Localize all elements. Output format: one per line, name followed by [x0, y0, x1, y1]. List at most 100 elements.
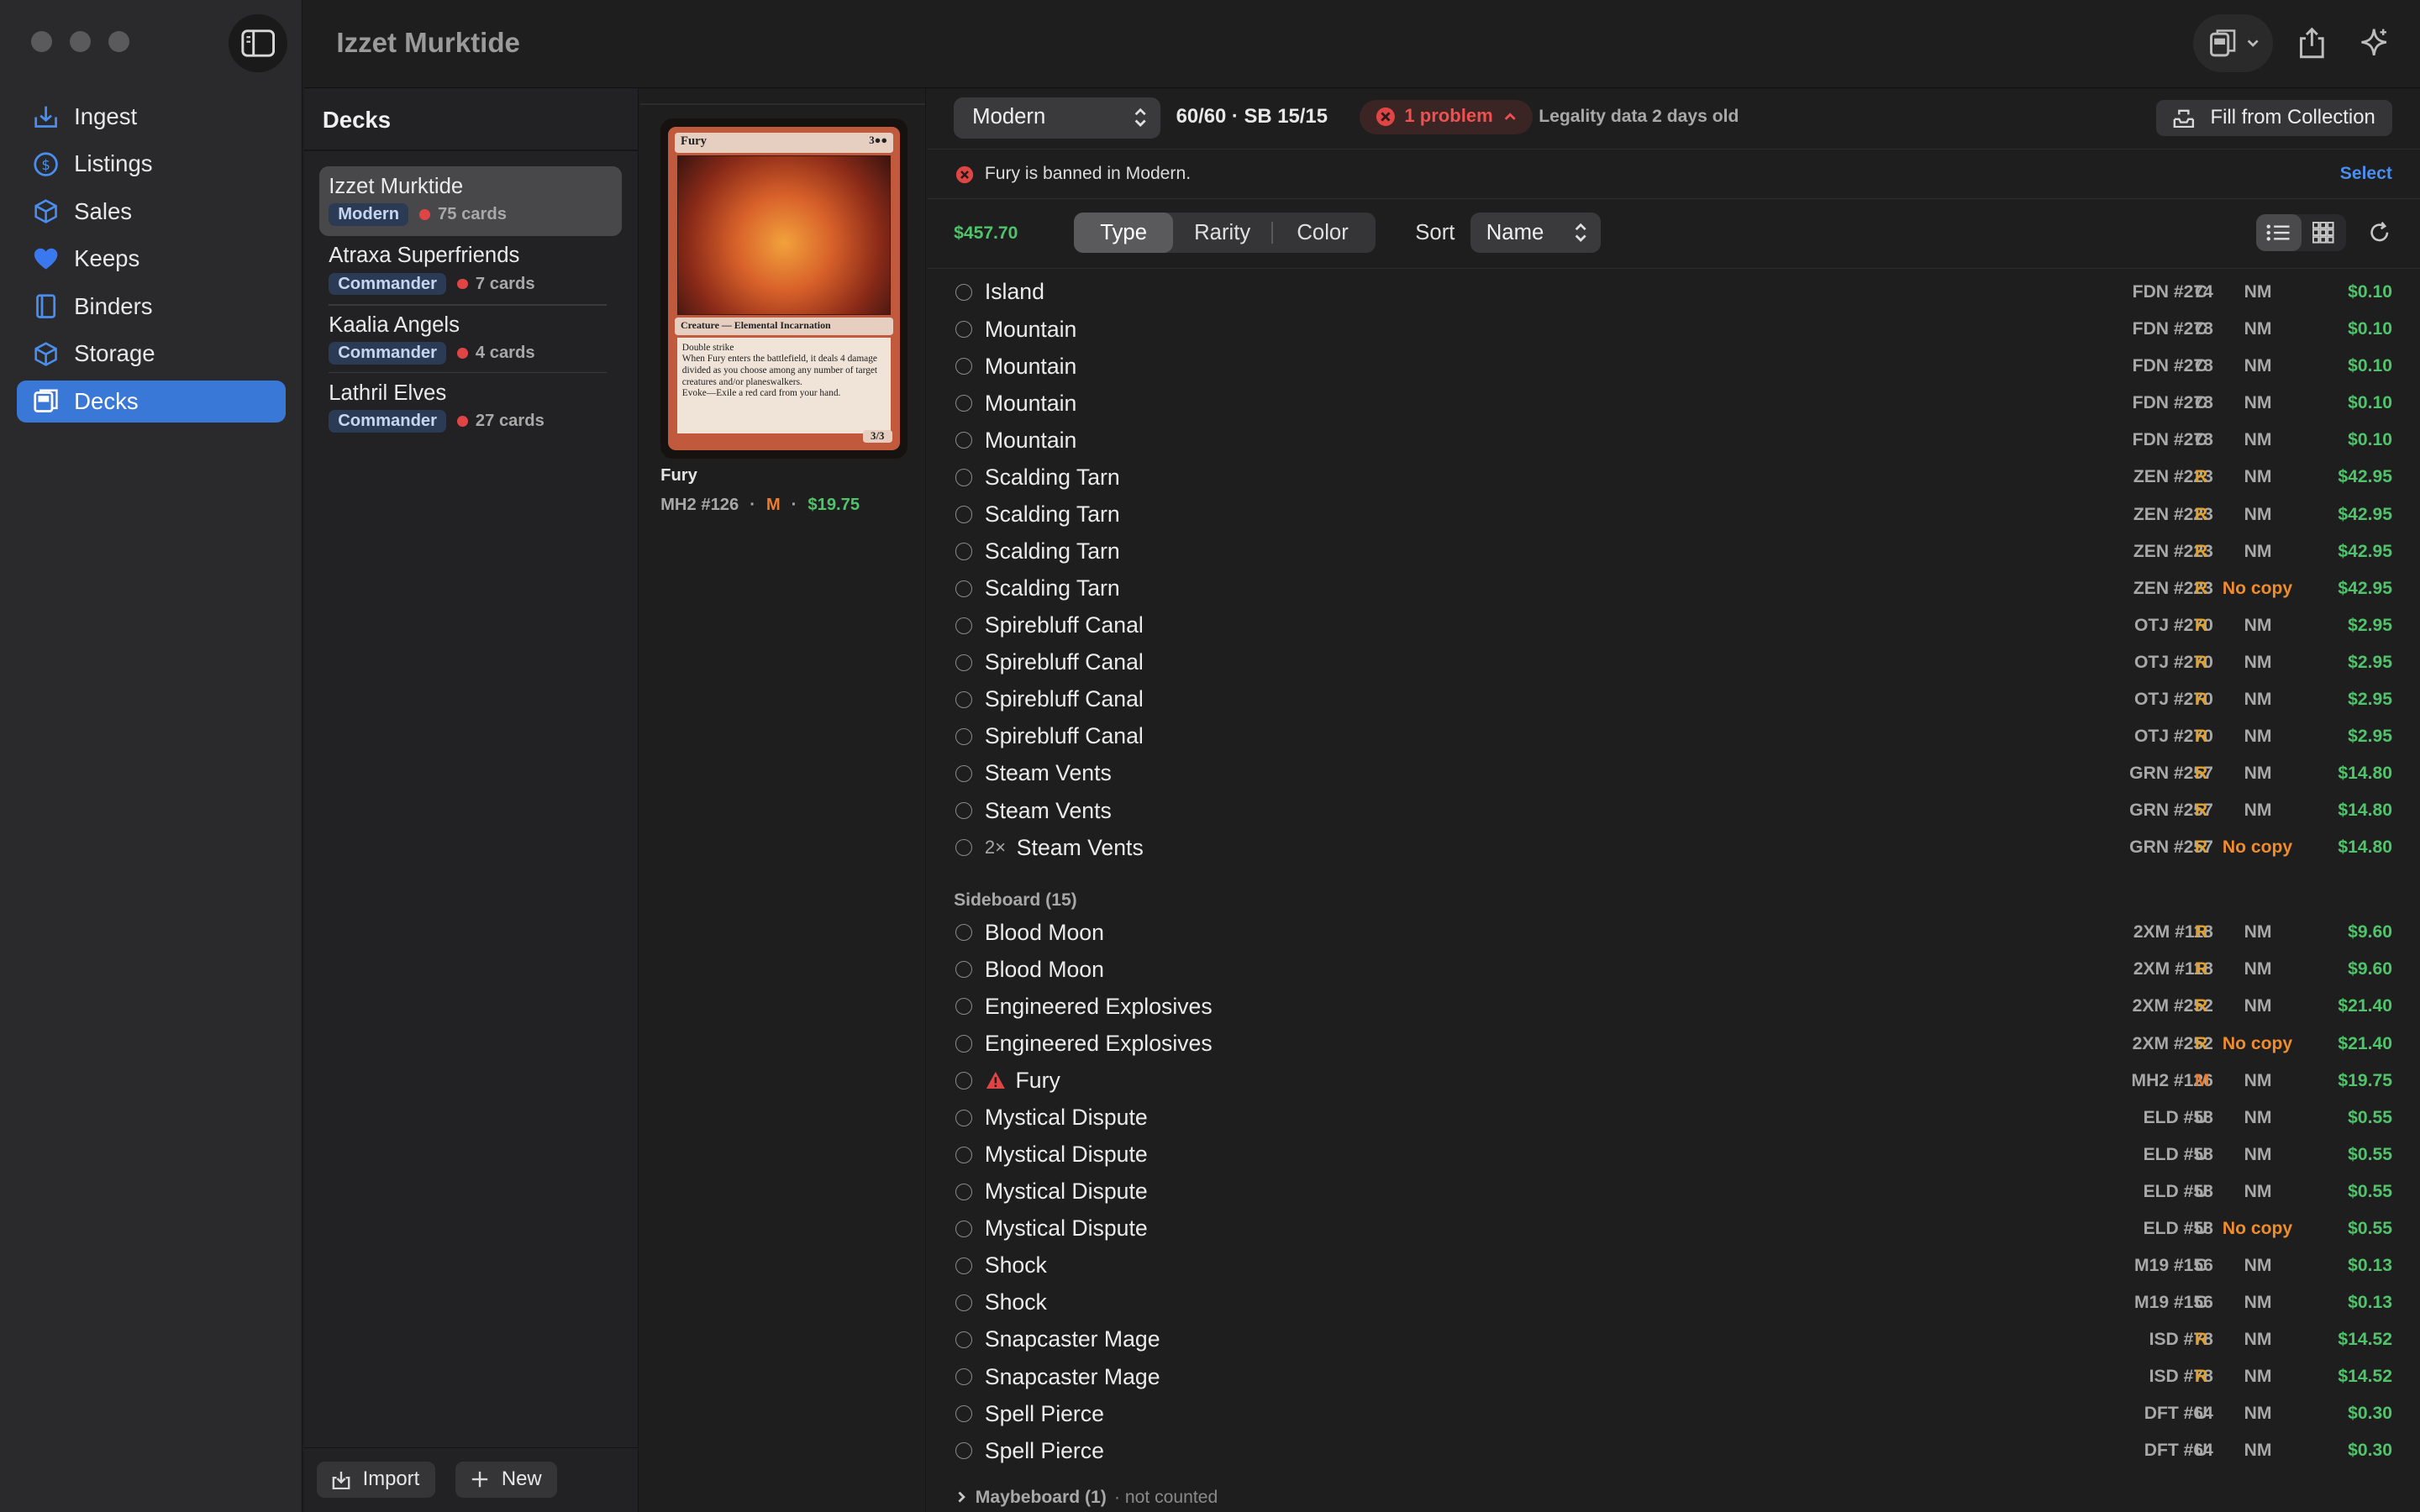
select-radio[interactable]	[955, 839, 973, 857]
deck-item-kaalia-angels[interactable]: Kaalia Angels Commander 4 cards	[319, 306, 622, 375]
card-row[interactable]: Snapcaster Mage ISD #78 R NM $14.52	[928, 1359, 2420, 1396]
card-row[interactable]: Mystical Dispute ELD #58 U NM $0.55	[928, 1137, 2420, 1174]
select-radio[interactable]	[955, 961, 973, 979]
card-row[interactable]: Engineered Explosives 2XM #252 R NM $21.40	[928, 989, 2420, 1026]
card-row[interactable]: Fury MH2 #126 M NM $19.75	[928, 1063, 2420, 1100]
select-radio[interactable]	[955, 543, 973, 560]
select-radio[interactable]	[955, 1368, 973, 1386]
minimize-window-button[interactable]	[69, 30, 92, 53]
card-name-cell: Scalding Tarn	[985, 575, 1120, 601]
sidebar-item-keeps[interactable]: Keeps	[17, 239, 286, 281]
sort-select[interactable]: Name	[1470, 213, 1601, 254]
card-row[interactable]: Steam Vents GRN #257 R NM $14.80	[928, 756, 2420, 793]
select-radio[interactable]	[955, 1257, 973, 1275]
card-row[interactable]: Blood Moon 2XM #118 R NM $9.60	[928, 952, 2420, 989]
price: $0.13	[2348, 1255, 2392, 1275]
deck-item-lathril-elves[interactable]: Lathril Elves Commander 27 cards	[319, 373, 622, 443]
select-radio[interactable]	[955, 580, 973, 597]
select-radio[interactable]	[955, 395, 973, 412]
select-radio[interactable]	[955, 1146, 973, 1163]
card-row[interactable]: Shock M19 #156 C NM $0.13	[928, 1285, 2420, 1322]
card-row[interactable]: Spirebluff Canal OTJ #270 R NM $2.95	[928, 608, 2420, 645]
select-radio[interactable]	[955, 727, 973, 746]
deck-copy-menu-button[interactable]	[2192, 13, 2274, 73]
card-row[interactable]: Spell Pierce DFT #64 U NM $0.30	[928, 1396, 2420, 1433]
chevron-down-icon	[2247, 39, 2259, 48]
select-radio[interactable]	[955, 924, 973, 942]
select-radio[interactable]	[955, 1405, 973, 1423]
card-row[interactable]: Steam Vents GRN #257 R NM $14.80	[928, 793, 2420, 830]
card-row[interactable]: Mountain FDN #278 C NM $0.10	[928, 312, 2420, 349]
select-radio[interactable]	[955, 1331, 973, 1349]
select-radio[interactable]	[955, 1109, 973, 1126]
select-radio[interactable]	[955, 1035, 973, 1053]
group-tab-rarity[interactable]: Rarity	[1173, 213, 1272, 253]
sidebar-item-decks[interactable]: Decks	[17, 381, 286, 423]
magic-assist-button[interactable]	[2344, 14, 2403, 73]
card-row[interactable]: Spirebluff Canal OTJ #270 R NM $2.95	[928, 719, 2420, 756]
sidebar-item-sales[interactable]: Sales	[17, 191, 286, 233]
sidebar-item-binders[interactable]: Binders	[17, 286, 286, 328]
grid-view-button[interactable]	[2302, 214, 2346, 251]
new-deck-button[interactable]: New	[455, 1462, 557, 1498]
refresh-button[interactable]	[2368, 221, 2391, 251]
select-radio[interactable]	[955, 1442, 973, 1460]
list-view-button[interactable]	[2256, 214, 2302, 252]
select-radio[interactable]	[955, 802, 973, 820]
card-row[interactable]: Spirebluff Canal OTJ #270 R NM $2.95	[928, 645, 2420, 682]
card-row[interactable]: Mystical Dispute ELD #58 U NM $0.55	[928, 1174, 2420, 1211]
card-row[interactable]: Mountain FDN #278 C NM $0.10	[928, 349, 2420, 386]
banner-select-link[interactable]: Select	[2340, 164, 2392, 184]
select-radio[interactable]	[955, 283, 973, 302]
card-row[interactable]: Scalding Tarn ZEN #223 R No copy $42.95	[928, 571, 2420, 608]
group-tab-type[interactable]: Type	[1074, 213, 1173, 254]
select-radio[interactable]	[955, 654, 973, 671]
import-button[interactable]: Import	[316, 1462, 435, 1498]
format-select[interactable]: Modern	[954, 97, 1161, 139]
select-radio[interactable]	[955, 321, 973, 339]
select-radio[interactable]	[955, 1220, 973, 1237]
select-radio[interactable]	[955, 469, 973, 486]
card-row[interactable]: Scalding Tarn ZEN #223 R NM $42.95	[928, 496, 2420, 533]
close-window-button[interactable]	[30, 30, 53, 53]
sidebar-item-listings[interactable]: $ Listings	[17, 143, 286, 185]
select-radio[interactable]	[955, 1072, 973, 1089]
select-radio[interactable]	[955, 690, 973, 708]
select-radio[interactable]	[955, 432, 973, 449]
sidebar-item-storage[interactable]: Storage	[17, 333, 286, 375]
card-row[interactable]: Blood Moon 2XM #118 R NM $9.60	[928, 915, 2420, 952]
condition: NM	[2244, 1367, 2272, 1387]
select-radio[interactable]	[955, 1183, 973, 1200]
card-image[interactable]: Fury 3●● Creature — Elemental Incarnation…	[660, 118, 908, 459]
card-row[interactable]: Mountain FDN #278 C NM $0.10	[928, 423, 2420, 459]
card-row[interactable]: Scalding Tarn ZEN #223 R NM $42.95	[928, 533, 2420, 570]
card-row[interactable]: Mountain FDN #278 C NM $0.10	[928, 386, 2420, 423]
zoom-window-button[interactable]	[108, 30, 130, 53]
card-row[interactable]: Engineered Explosives 2XM #252 R No copy $21…	[928, 1026, 2420, 1063]
card-row[interactable]: Mystical Dispute ELD #58 U NM $0.55	[928, 1100, 2420, 1137]
group-tab-color[interactable]: Color	[1273, 213, 1372, 253]
fill-from-collection-button[interactable]: Fill from Collection	[2156, 100, 2392, 136]
card-preview-pane: Fury 3●● Creature — Elemental Incarnation…	[640, 87, 927, 1512]
select-radio[interactable]	[955, 1294, 973, 1312]
select-radio[interactable]	[955, 358, 973, 375]
card-row[interactable]: 2× Steam Vents GRN #257 R No copy $14.80	[928, 830, 2420, 867]
card-row[interactable]: Shock M19 #156 C NM $0.13	[928, 1248, 2420, 1285]
sidebar-item-ingest[interactable]: Ingest	[17, 96, 286, 138]
select-radio[interactable]	[955, 506, 973, 523]
maybeboard-header[interactable]: Maybeboard (1) · not counted	[954, 1488, 1218, 1508]
share-button[interactable]	[2283, 14, 2342, 73]
card-row[interactable]: Scalding Tarn ZEN #223 R NM $42.95	[928, 459, 2420, 496]
problem-badge[interactable]: 1 problem	[1360, 100, 1534, 134]
card-row[interactable]: Island FDN #274 C NM $0.10	[928, 275, 2420, 312]
card-row[interactable]: Mystical Dispute ELD #58 U No copy $0.55	[928, 1211, 2420, 1248]
sidebar-toggle-button[interactable]	[228, 13, 287, 73]
select-radio[interactable]	[955, 998, 973, 1016]
select-radio[interactable]	[955, 764, 973, 783]
card-row[interactable]: Spirebluff Canal OTJ #270 R NM $2.95	[928, 682, 2420, 719]
select-radio[interactable]	[955, 617, 973, 634]
card-row[interactable]: Spell Pierce DFT #64 U NM $0.30	[928, 1433, 2420, 1470]
deck-item-izzet-murktide[interactable]: Izzet Murktide Modern 75 cards	[319, 166, 623, 236]
card-row[interactable]: Snapcaster Mage ISD #78 R NM $14.52	[928, 1322, 2420, 1359]
deck-item-atraxa-superfriends[interactable]: Atraxa Superfriends Commander 7 cards	[319, 236, 622, 306]
